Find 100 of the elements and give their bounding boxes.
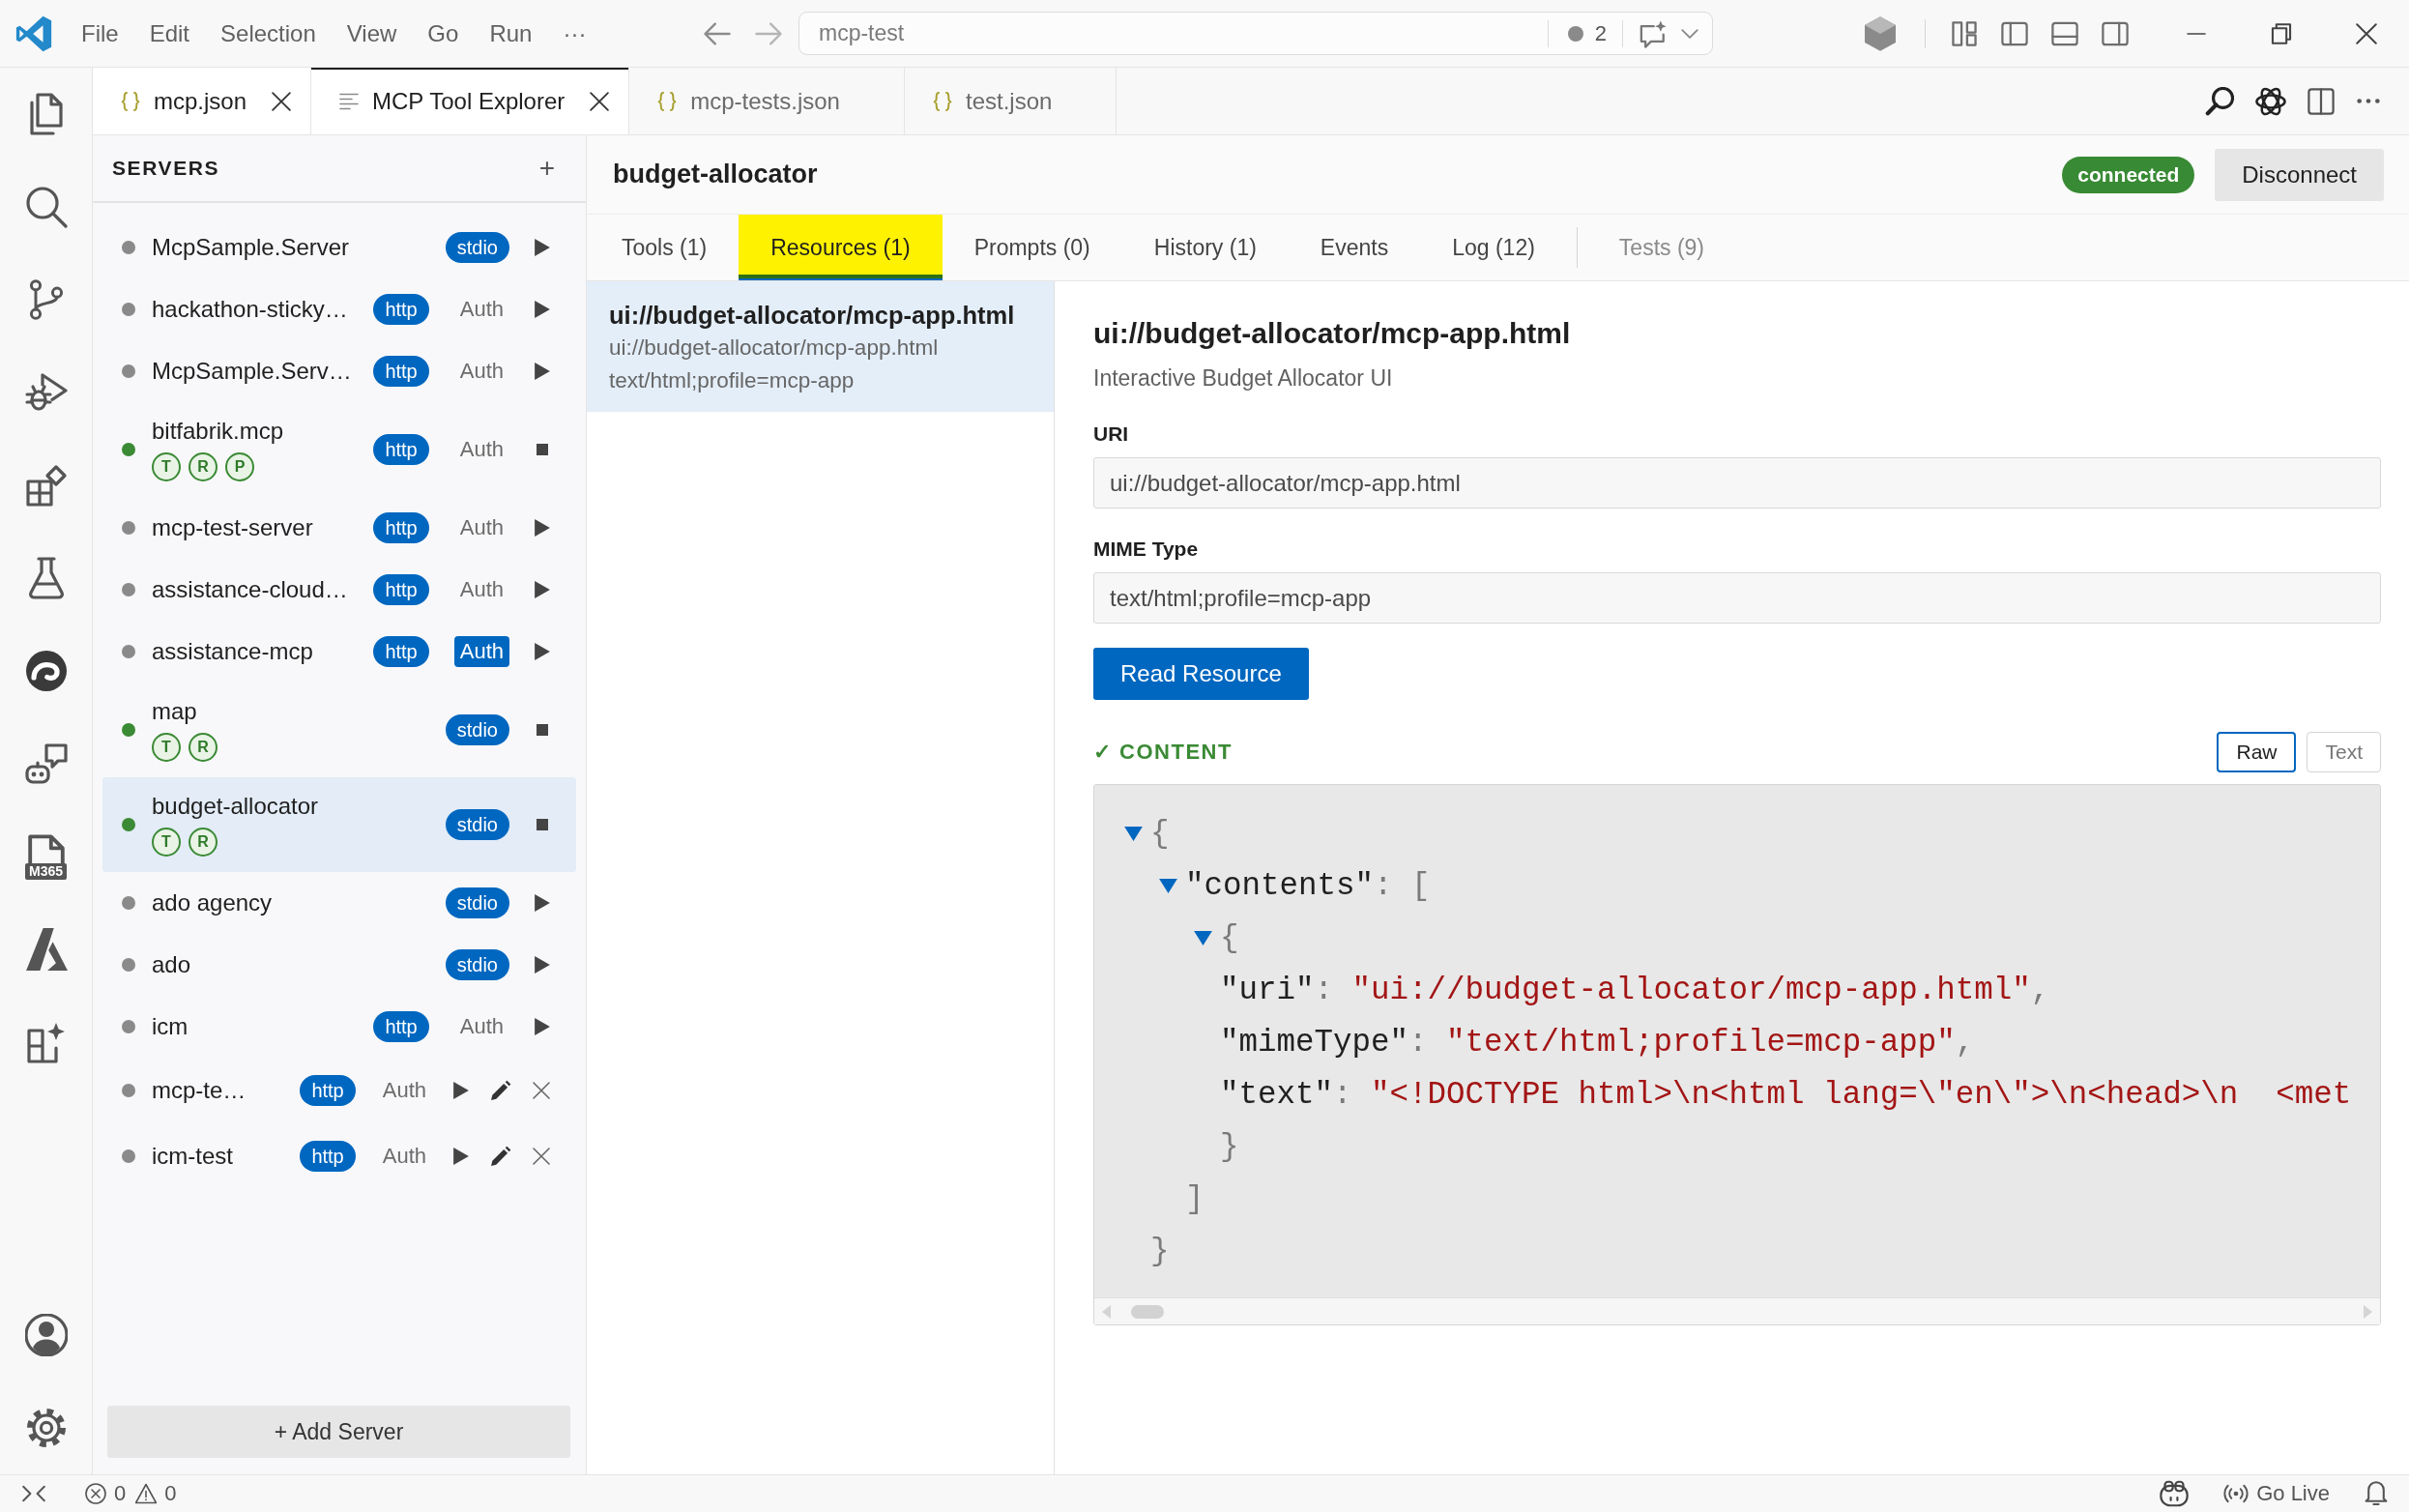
panel-tab[interactable]: Tools (1) xyxy=(590,215,740,280)
server-item[interactable]: map T R stdio xyxy=(102,683,576,777)
server-item[interactable]: assistance-cloud… http Auth xyxy=(102,559,576,621)
server-item[interactable]: budget-allocator T R stdio xyxy=(102,777,576,872)
sidebar-right-icon[interactable] xyxy=(2102,20,2129,46)
bell-icon[interactable] xyxy=(2365,1481,2388,1506)
extensions-icon[interactable] xyxy=(24,464,68,507)
add-button[interactable]: + xyxy=(535,153,559,184)
auth-button[interactable]: Auth xyxy=(453,574,509,605)
auth-button[interactable]: Auth xyxy=(376,1141,432,1172)
play-icon[interactable] xyxy=(535,894,550,912)
cube-icon[interactable] xyxy=(1865,15,1896,51)
auth-button[interactable]: Auth xyxy=(453,636,509,667)
close-icon[interactable] xyxy=(533,1148,550,1165)
robot-chat-icon[interactable] xyxy=(24,742,68,785)
error-count[interactable]: 0 xyxy=(114,1481,127,1506)
add-server-button[interactable]: + Add Server xyxy=(107,1406,570,1458)
play-icon[interactable] xyxy=(453,1082,469,1099)
atom-icon[interactable] xyxy=(2255,85,2286,117)
menu-item[interactable]: ··· xyxy=(547,13,602,54)
triangle-logo-icon[interactable] xyxy=(24,928,68,971)
error-icon[interactable] xyxy=(85,1483,106,1504)
server-item[interactable]: bitfabrik.mcp T R P http Auth xyxy=(102,402,576,497)
sidebar-left-icon[interactable] xyxy=(2001,20,2028,46)
minimize-icon[interactable] xyxy=(2186,32,2207,35)
disconnect-button[interactable]: Disconnect xyxy=(2215,148,2384,201)
menu-item[interactable]: Go xyxy=(412,13,475,54)
play-icon[interactable] xyxy=(535,239,550,256)
play-icon[interactable] xyxy=(453,1148,469,1165)
panel-tab[interactable]: Log (12) xyxy=(1420,215,1567,280)
server-item[interactable]: McpSample.Serv… http Auth xyxy=(102,340,576,402)
warning-icon[interactable] xyxy=(135,1483,158,1504)
play-icon[interactable] xyxy=(535,363,550,380)
play-icon[interactable] xyxy=(535,519,550,537)
play-icon[interactable] xyxy=(535,1018,550,1035)
resource-item[interactable]: ui://budget-allocator/mcp-app.html ui://budget-allocator/mcp-app.html text/html;profile=mcp-app xyxy=(587,281,1054,412)
account-icon[interactable] xyxy=(24,1314,68,1356)
search-icon[interactable] xyxy=(2205,86,2234,116)
settings-icon[interactable] xyxy=(24,1407,68,1449)
server-item[interactable]: mcp-test-server http Auth xyxy=(102,497,576,559)
menu-item[interactable]: Selection xyxy=(205,13,332,54)
panel-bottom-icon[interactable] xyxy=(2051,20,2078,46)
play-icon[interactable] xyxy=(535,643,550,660)
swirl-icon[interactable] xyxy=(24,650,68,692)
remote-icon[interactable] xyxy=(22,1485,45,1502)
chat-sparkle-icon[interactable] xyxy=(1639,18,1668,48)
expand-triangle-icon[interactable] xyxy=(1123,826,1143,841)
server-item[interactable]: mcp-te… http Auth xyxy=(102,1058,576,1123)
split-editor-icon[interactable] xyxy=(2307,87,2335,115)
auth-button[interactable]: Auth xyxy=(453,356,509,387)
more-icon[interactable] xyxy=(2356,98,2381,104)
chevron-down-icon[interactable] xyxy=(1681,28,1698,39)
menu-item[interactable]: Edit xyxy=(133,13,206,54)
server-item[interactable]: ado stdio xyxy=(102,934,576,996)
server-item[interactable]: icm-test http Auth xyxy=(102,1123,576,1189)
server-item[interactable]: assistance-mcp http Auth xyxy=(102,621,576,683)
server-item[interactable]: McpSample.Server stdio xyxy=(102,217,576,278)
expand-triangle-icon[interactable] xyxy=(1193,930,1212,945)
run-debug-icon[interactable] xyxy=(24,371,68,414)
m365-button[interactable]: M365 xyxy=(25,833,67,880)
menu-item[interactable]: File xyxy=(66,13,134,54)
view-toggle-button[interactable]: Text xyxy=(2307,732,2381,772)
input-field[interactable]: ui://budget-allocator/mcp-app.html xyxy=(1093,457,2381,509)
auth-button[interactable]: Auth xyxy=(376,1075,432,1106)
input-field[interactable]: text/html;profile=mcp-app xyxy=(1093,572,2381,624)
restore-icon[interactable] xyxy=(2271,22,2292,44)
warning-count[interactable]: 0 xyxy=(164,1481,177,1506)
broadcast-icon[interactable] xyxy=(2223,1484,2249,1503)
command-center[interactable]: mcp-test 2 xyxy=(798,12,1713,55)
horizontal-scrollbar[interactable] xyxy=(1094,1297,2380,1324)
server-item[interactable]: hackathon-sticky… http Auth xyxy=(102,278,576,340)
auth-button[interactable]: Auth xyxy=(453,512,509,543)
back-arrow-icon[interactable] xyxy=(704,21,731,45)
play-icon[interactable] xyxy=(535,956,550,974)
menu-item[interactable]: Run xyxy=(474,13,548,54)
auth-button[interactable]: Auth xyxy=(453,294,509,325)
layout-grid-icon[interactable] xyxy=(1951,20,1978,46)
editor-tab[interactable]: MCP Tool Explorer xyxy=(311,68,630,134)
panel-tab[interactable]: Prompts (0) xyxy=(942,215,1122,280)
pencil-icon[interactable] xyxy=(490,1146,511,1167)
pencil-icon[interactable] xyxy=(490,1080,511,1101)
menu-item[interactable]: View xyxy=(331,13,413,54)
close-icon[interactable] xyxy=(533,1082,550,1099)
panel-tab[interactable]: Events xyxy=(1288,215,1421,280)
auth-button[interactable]: Auth xyxy=(453,1011,509,1042)
search-field[interactable]: mcp-test xyxy=(799,15,1548,51)
close-icon[interactable] xyxy=(590,91,610,111)
panel-tab[interactable]: History (1) xyxy=(1121,215,1289,280)
view-toggle-button[interactable]: Raw xyxy=(2217,732,2297,772)
play-icon[interactable] xyxy=(535,301,550,318)
goggles-face-icon[interactable] xyxy=(2160,1480,2190,1507)
editor-tab[interactable]: mcp.json xyxy=(93,68,312,134)
go-live-link[interactable]: Go Live xyxy=(2256,1481,2330,1506)
close-icon[interactable] xyxy=(272,91,292,111)
expand-triangle-icon[interactable] xyxy=(1158,878,1177,893)
auth-button[interactable]: Auth xyxy=(453,434,509,465)
search-icon[interactable] xyxy=(24,186,68,228)
close-icon[interactable] xyxy=(2356,22,2377,44)
read-resource-button[interactable]: Read Resource xyxy=(1093,648,1309,700)
play-icon[interactable] xyxy=(535,581,550,598)
